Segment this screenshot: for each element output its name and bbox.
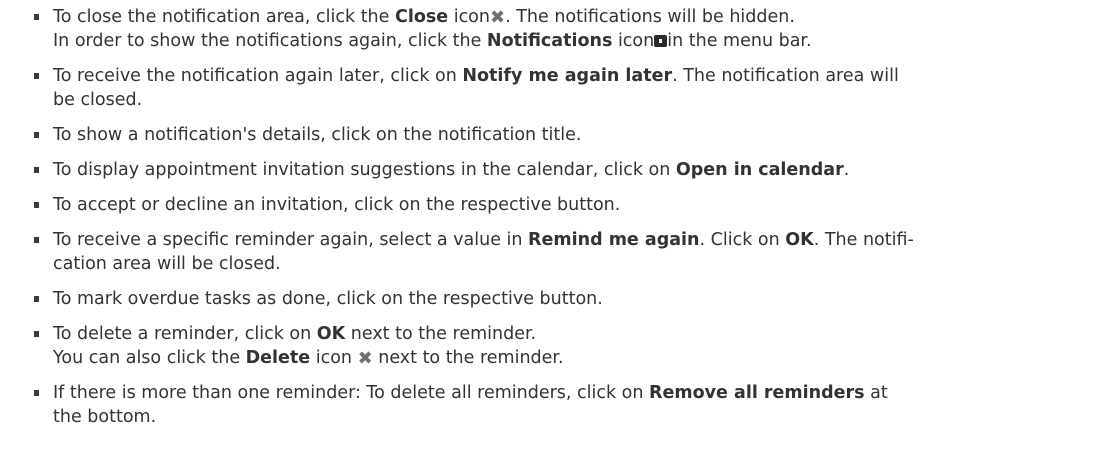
ui-term-close: Close bbox=[394, 7, 449, 27]
text: . Click on bbox=[699, 230, 786, 250]
text: You can also click the bbox=[53, 348, 246, 368]
ui-term-notify-me-again-later: Notify me again later bbox=[462, 66, 673, 86]
text-line: In order to show the notifications again… bbox=[53, 29, 1114, 53]
text: . The notification area will bbox=[672, 66, 899, 86]
list-item-close-notifications: To close the notification area, click th… bbox=[34, 5, 1114, 53]
text: If there is more than one reminder: To d… bbox=[53, 383, 650, 403]
text: be closed. bbox=[53, 90, 143, 110]
close-icon: ✖ bbox=[490, 7, 506, 28]
text-line: cation area will be closed. bbox=[53, 252, 1114, 276]
notifications-icon bbox=[654, 35, 668, 47]
text: . bbox=[843, 160, 850, 180]
list-item-accept-decline: To accept or decline an invitation, clic… bbox=[34, 193, 1114, 217]
ui-term-ok: OK bbox=[316, 324, 346, 344]
delete-icon: ✖ bbox=[357, 348, 373, 369]
text: the bottom. bbox=[53, 407, 157, 427]
text-line: To display appointment invitation sugges… bbox=[53, 158, 1114, 182]
text: To delete a reminder, click on bbox=[53, 324, 317, 344]
text: To receive the notification again later,… bbox=[53, 66, 463, 86]
list-item-remove-all: If there is more than one reminder: To d… bbox=[34, 381, 1114, 429]
ui-term-notifications: Notifications bbox=[486, 31, 613, 51]
text: . The notifi- bbox=[813, 230, 914, 250]
text: To receive a specific reminder again, se… bbox=[53, 230, 529, 250]
instruction-list: To close the notification area, click th… bbox=[0, 5, 1114, 429]
list-item-open-in-calendar: To display appointment invitation sugges… bbox=[34, 158, 1114, 182]
list-item-notify-later: To receive the notification again later,… bbox=[34, 64, 1114, 112]
list-item-remind-again: To receive a specific reminder again, se… bbox=[34, 228, 1114, 276]
text-line: To delete a reminder, click on OK next t… bbox=[53, 322, 1114, 346]
text-line: You can also click the Delete icon ✖ nex… bbox=[53, 346, 1114, 370]
text-line: To show a notification's details, click … bbox=[53, 123, 1114, 147]
ui-term-open-in-calendar: Open in calendar bbox=[675, 160, 844, 180]
text: next to the reminder. bbox=[372, 348, 564, 368]
text-line: To mark overdue tasks as done, click on … bbox=[53, 287, 1114, 311]
text: To close the notification area, click th… bbox=[53, 7, 395, 27]
help-document: To close the notification area, click th… bbox=[0, 0, 1114, 429]
text: in the menu bar. bbox=[667, 31, 812, 51]
text: icon bbox=[310, 348, 358, 368]
ui-term-remove-all-reminders: Remove all reminders bbox=[649, 383, 865, 403]
text-line: To accept or decline an invitation, clic… bbox=[53, 193, 1114, 217]
text: To display appointment invitation sugges… bbox=[53, 160, 676, 180]
ui-term-remind-me-again: Remind me again bbox=[528, 230, 700, 250]
text: icon bbox=[612, 31, 655, 51]
text: next to the reminder. bbox=[345, 324, 537, 344]
text: In order to show the notifications again… bbox=[53, 31, 487, 51]
text-line: be closed. bbox=[53, 88, 1114, 112]
ui-term-ok: OK bbox=[785, 230, 814, 250]
text-line: To close the notification area, click th… bbox=[53, 5, 1114, 29]
ui-term-delete: Delete bbox=[245, 348, 311, 368]
text: icon bbox=[448, 7, 490, 27]
text: at bbox=[864, 383, 888, 403]
text: To mark overdue tasks as done, click on … bbox=[53, 289, 603, 309]
text: cation area will be closed. bbox=[53, 254, 281, 274]
text: . The notifications will be hidden. bbox=[505, 7, 795, 27]
list-item-delete-reminder: To delete a reminder, click on OK next t… bbox=[34, 322, 1114, 370]
text: To show a notification's details, click … bbox=[53, 125, 582, 145]
list-item-mark-done: To mark overdue tasks as done, click on … bbox=[34, 287, 1114, 311]
list-item-show-details: To show a notification's details, click … bbox=[34, 123, 1114, 147]
text-line: the bottom. bbox=[53, 405, 1114, 429]
text-line: If there is more than one reminder: To d… bbox=[53, 381, 1114, 405]
text-line: To receive a specific reminder again, se… bbox=[53, 228, 1114, 252]
text: To accept or decline an invitation, clic… bbox=[53, 195, 621, 215]
text-line: To receive the notification again later,… bbox=[53, 64, 1114, 88]
